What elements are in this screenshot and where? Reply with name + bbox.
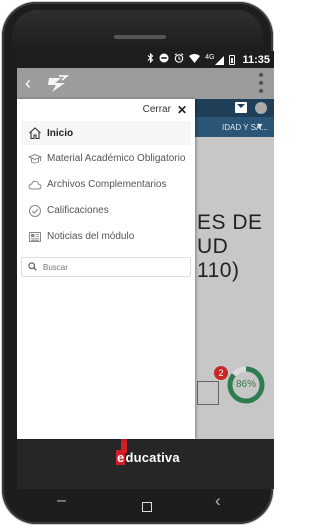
- bluetooth-icon: [147, 52, 154, 67]
- menu-item-label: Noticias del módulo: [47, 231, 135, 242]
- menu-item-label: Inicio: [47, 127, 74, 139]
- search-icon: [28, 258, 37, 276]
- home-icon: [28, 126, 42, 140]
- brand-footer: educativa: [17, 439, 274, 489]
- chevron-left-icon[interactable]: ‹: [25, 73, 31, 94]
- back-nav-icon[interactable]: ‹: [215, 491, 221, 511]
- brand-logo: educativa: [116, 450, 180, 465]
- course-title: ES DE UD 110): [197, 211, 263, 283]
- search-field[interactable]: [21, 257, 191, 277]
- check-circle-icon: [28, 204, 42, 218]
- newspaper-icon: [28, 230, 42, 244]
- caret-down-icon: ▼: [255, 121, 264, 131]
- kebab-menu-icon[interactable]: • • •: [258, 68, 264, 100]
- alarm-icon: [174, 53, 184, 67]
- signal-icon: [215, 55, 225, 65]
- home-nav-icon[interactable]: –: [57, 492, 66, 510]
- course-title-line: 110): [197, 259, 240, 282]
- course-box[interactable]: [197, 381, 219, 405]
- screen: 4G 11:35 ‹ ••• IDAD Y SA... ▼ ES DE UD: [17, 51, 274, 489]
- battery-icon: [229, 55, 236, 65]
- menu-item-noticias[interactable]: Noticias del módulo: [21, 224, 191, 249]
- progress-label: 86%: [235, 379, 256, 390]
- menu-item-label: Archivos Complementarios: [47, 179, 167, 190]
- mail-icon[interactable]: [235, 102, 247, 113]
- menu-item-archivos[interactable]: Archivos Complementarios: [21, 172, 191, 197]
- search-input[interactable]: [41, 261, 185, 273]
- educativa-logo-icon: [47, 74, 70, 94]
- status-time: 11:35: [242, 53, 270, 66]
- close-drawer-button[interactable]: Cerrar ✕: [142, 102, 187, 117]
- do-not-disturb-icon: [159, 53, 169, 67]
- cloud-icon: [28, 178, 42, 192]
- recent-apps-icon[interactable]: [142, 502, 152, 512]
- menu-item-label: Material Académico Obligatorio: [47, 153, 186, 164]
- phone-top-bezel: [12, 10, 263, 50]
- android-nav-bar: – ‹: [17, 489, 255, 522]
- notification-badge: 2: [214, 366, 228, 380]
- graduation-cap-icon: [28, 152, 42, 166]
- drawer-menu: Inicio Material Académico Obligatorio Ar…: [21, 121, 191, 250]
- menu-item-material[interactable]: Material Académico Obligatorio: [21, 146, 191, 171]
- course-title-line: ES DE: [197, 211, 263, 234]
- phone-speaker: [114, 35, 166, 39]
- brand-name: ducativa: [125, 450, 180, 465]
- wifi-icon: [189, 53, 201, 67]
- close-label: Cerrar: [142, 104, 171, 115]
- menu-item-label: Calificaciones: [47, 205, 109, 216]
- menu-item-calificaciones[interactable]: Calificaciones: [21, 198, 191, 223]
- course-title-line: UD: [197, 235, 229, 258]
- status-bar: 4G 11:35: [17, 51, 274, 68]
- side-drawer: Cerrar ✕ Inicio Material Académico Oblig…: [17, 99, 195, 439]
- avatar[interactable]: [255, 102, 267, 114]
- close-icon: ✕: [176, 102, 187, 117]
- menu-item-inicio[interactable]: Inicio: [21, 121, 191, 145]
- network-type: 4G: [205, 53, 215, 61]
- app-toolbar: ‹ • • •: [17, 68, 274, 100]
